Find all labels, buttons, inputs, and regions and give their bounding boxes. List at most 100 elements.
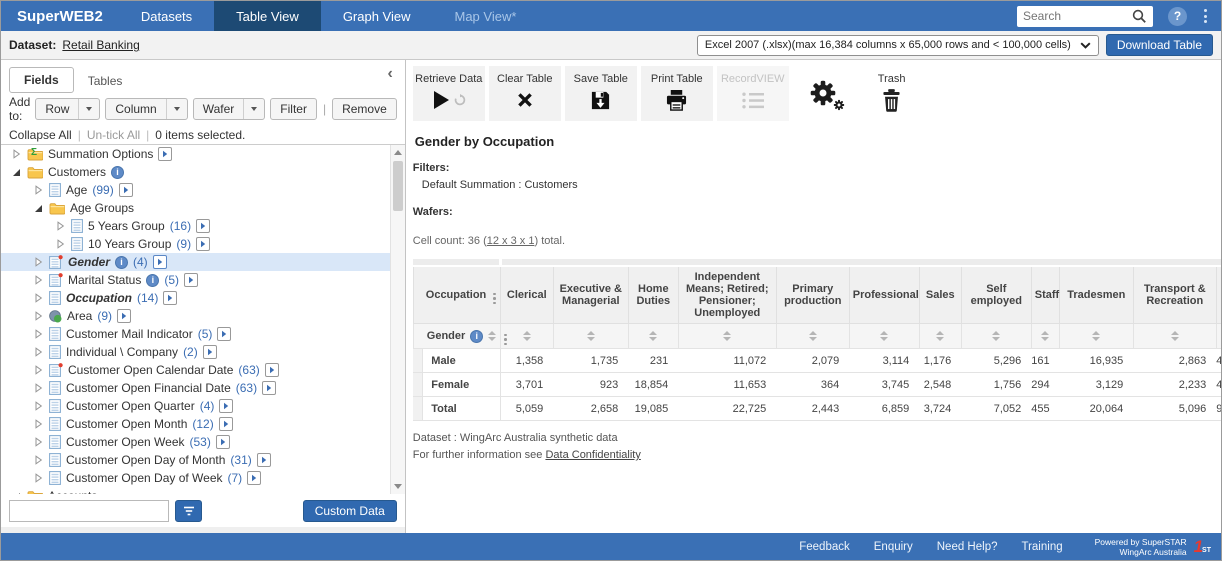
tree-item-age-groups[interactable]: Age Groups: [1, 199, 405, 217]
field-filter-input[interactable]: [9, 500, 169, 522]
tree-item-label[interactable]: Customer Open Financial Date: [66, 381, 231, 395]
tree-item-summation-options[interactable]: ΣSummation Options: [1, 145, 405, 163]
tree-item-label[interactable]: Customer Mail Indicator: [66, 327, 193, 341]
open-field-icon[interactable]: [257, 453, 271, 467]
footer-link-feedback[interactable]: Feedback: [799, 541, 850, 553]
tab-table-view[interactable]: Table View: [214, 1, 321, 31]
overflow-menu-icon[interactable]: [1202, 7, 1209, 25]
expand-toggle-icon[interactable]: [33, 419, 44, 429]
expand-toggle-icon[interactable]: [33, 473, 44, 483]
open-field-icon[interactable]: [196, 219, 210, 233]
open-field-icon[interactable]: [158, 147, 172, 161]
expand-toggle-icon[interactable]: [55, 239, 66, 249]
expand-toggle-icon[interactable]: [11, 149, 22, 159]
tab-datasets[interactable]: Datasets: [119, 1, 214, 31]
expand-toggle-icon[interactable]: [33, 329, 44, 339]
tree-item-label[interactable]: Marital Status: [68, 273, 141, 287]
search-box[interactable]: [1017, 6, 1153, 27]
footer-link-enquiry[interactable]: Enquiry: [874, 541, 913, 553]
collapse-toggle-icon[interactable]: [33, 203, 44, 213]
expand-toggle-icon[interactable]: [33, 347, 44, 357]
info-icon[interactable]: i: [470, 330, 483, 343]
retrieve-data-button[interactable]: Retrieve Data: [413, 66, 485, 121]
expand-toggle-icon[interactable]: [33, 185, 44, 195]
kebab-menu-icon[interactable]: [490, 286, 496, 304]
tree-item-marital-status[interactable]: Marital Statusi(5): [1, 271, 405, 289]
dataset-name-link[interactable]: Retail Banking: [62, 38, 139, 52]
tab-graph-view[interactable]: Graph View: [321, 1, 433, 31]
footer-link-need-help[interactable]: Need Help?: [937, 541, 998, 553]
open-field-icon[interactable]: [219, 417, 233, 431]
tree-item-label[interactable]: 5 Years Group: [88, 219, 165, 233]
tab-fields[interactable]: Fields: [9, 67, 74, 93]
sort-control-clerical[interactable]: [500, 324, 553, 349]
expand-toggle-icon[interactable]: [55, 221, 66, 231]
collapse-toggle-icon[interactable]: [11, 167, 22, 177]
tree-item-customer-open-week[interactable]: Customer Open Week(53): [1, 433, 405, 451]
tree-item-label[interactable]: Customer Open Day of Month: [66, 453, 225, 467]
sort-control-self-employed[interactable]: [961, 324, 1031, 349]
footer-link-training[interactable]: Training: [1021, 541, 1062, 553]
tree-item-label[interactable]: Summation Options: [48, 147, 153, 161]
tree-item-accounts[interactable]: Accounts: [1, 487, 405, 494]
open-field-icon[interactable]: [117, 309, 131, 323]
open-field-icon[interactable]: [217, 327, 231, 341]
sort-control-total[interactable]: [1216, 324, 1221, 349]
untick-all-link[interactable]: Un-tick All: [87, 128, 140, 142]
open-field-icon[interactable]: [219, 399, 233, 413]
sort-control-independent-means-retired-pensioner-unemployed[interactable]: [678, 324, 776, 349]
tree-item-customer-mail-indicator[interactable]: Customer Mail Indicator(5): [1, 325, 405, 343]
tree-item-customer-open-day-of-month[interactable]: Customer Open Day of Month(31): [1, 451, 405, 469]
tree-item-customer-open-month[interactable]: Customer Open Month(12): [1, 415, 405, 433]
tree-item-label[interactable]: 10 Years Group: [88, 237, 171, 251]
sort-icon[interactable]: [488, 330, 496, 342]
data-confidentiality-link[interactable]: Data Confidentiality: [545, 449, 640, 461]
sort-control-sales[interactable]: [919, 324, 961, 349]
chevron-down-icon[interactable]: [79, 107, 99, 111]
open-field-icon[interactable]: [203, 345, 217, 359]
chevron-down-icon[interactable]: [167, 107, 187, 111]
add-to-wafer-button[interactable]: Wafer: [193, 98, 266, 120]
tree-item-label[interactable]: Customer Open Quarter: [66, 399, 195, 413]
open-field-icon[interactable]: [265, 363, 279, 377]
help-icon[interactable]: ?: [1168, 7, 1187, 26]
expand-toggle-icon[interactable]: [33, 311, 44, 321]
open-field-icon[interactable]: [153, 255, 167, 269]
tree-item-age[interactable]: Age(99): [1, 181, 405, 199]
print-table-button[interactable]: Print Table: [641, 66, 713, 121]
tab-map-view[interactable]: Map View*: [433, 1, 539, 31]
filter-fields-button[interactable]: [175, 500, 202, 522]
scroll-down-icon[interactable]: [391, 479, 405, 494]
expand-toggle-icon[interactable]: [33, 293, 44, 303]
add-to-column-button[interactable]: Column: [105, 98, 187, 120]
expand-toggle-icon[interactable]: [33, 401, 44, 411]
filter-button[interactable]: Filter: [270, 98, 317, 120]
expand-toggle-icon[interactable]: [33, 275, 44, 285]
chevron-down-icon[interactable]: [244, 107, 264, 111]
open-field-icon[interactable]: [216, 435, 230, 449]
tree-item-label[interactable]: Gender: [68, 255, 110, 269]
search-icon[interactable]: [1132, 9, 1147, 24]
open-field-icon[interactable]: [119, 183, 133, 197]
expand-toggle-icon[interactable]: [33, 437, 44, 447]
tree-item-customers[interactable]: Customersi: [1, 163, 405, 181]
tree-item-label[interactable]: Age: [66, 183, 87, 197]
tree-scrollbar[interactable]: [390, 145, 405, 494]
tree-item-label[interactable]: Customer Open Day of Week: [66, 471, 223, 485]
open-field-icon[interactable]: [184, 273, 198, 287]
download-table-button[interactable]: Download Table: [1106, 34, 1213, 56]
tree-item-label[interactable]: Customers: [48, 165, 106, 179]
clear-table-button[interactable]: Clear Table: [489, 66, 561, 121]
expand-toggle-icon[interactable]: [33, 257, 44, 267]
tree-item-label[interactable]: Accounts: [48, 489, 97, 494]
tree-item-customer-open-financial-date[interactable]: Customer Open Financial Date(63): [1, 379, 405, 397]
tree-item-label[interactable]: Occupation: [66, 291, 132, 305]
tree-item-customer-open-day-of-week[interactable]: Customer Open Day of Week(7): [1, 469, 405, 487]
search-input[interactable]: [1023, 9, 1132, 23]
sort-control-transport-recreation[interactable]: [1133, 324, 1216, 349]
sort-control-professional[interactable]: [849, 324, 919, 349]
save-table-button[interactable]: Save Table: [565, 66, 637, 121]
export-format-select[interactable]: Excel 2007 (.xlsx)(max 16,384 columns x …: [697, 35, 1099, 56]
info-icon[interactable]: i: [115, 256, 128, 269]
collapse-all-link[interactable]: Collapse All: [9, 128, 72, 142]
